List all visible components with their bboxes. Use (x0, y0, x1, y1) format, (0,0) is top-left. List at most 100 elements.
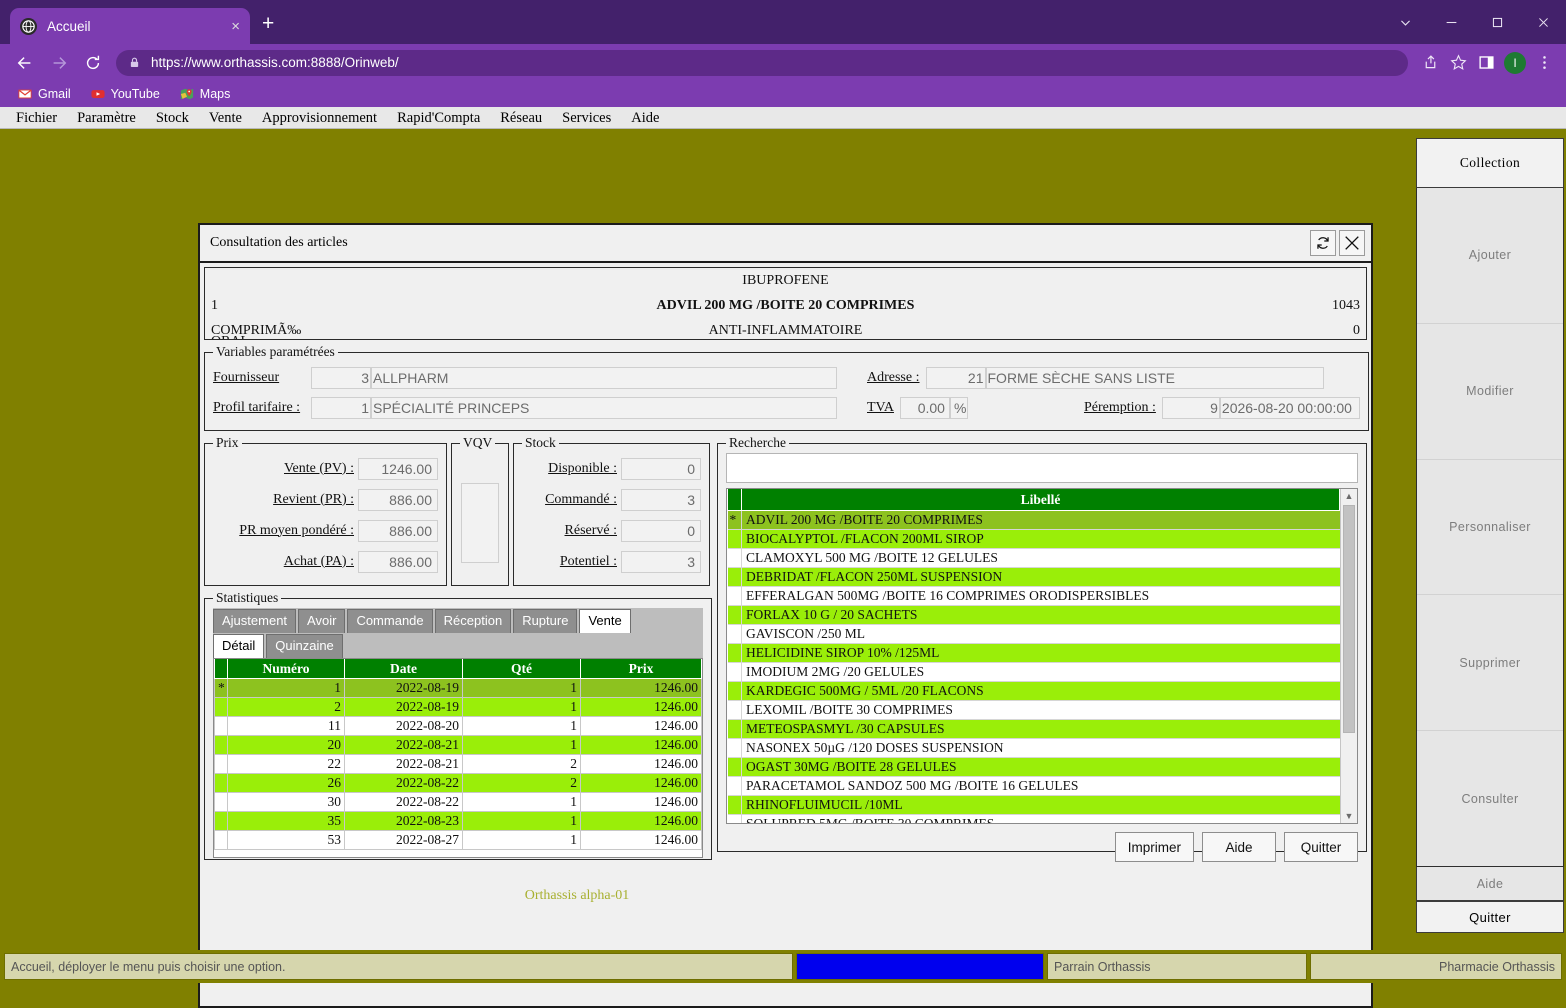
search-input[interactable] (726, 453, 1358, 483)
peremption-value[interactable]: 2026-08-20 00:00:00 (1219, 397, 1360, 419)
tab-rupture[interactable]: Rupture (513, 609, 578, 633)
bookmark-maps[interactable]: Maps (172, 85, 239, 103)
subtab-detail[interactable]: Détail (213, 634, 265, 658)
reload-icon[interactable] (76, 46, 110, 80)
profil-tarifaire-value[interactable]: SPÉCIALITÉ PRINCEPS (371, 397, 837, 419)
peremption-field-group[interactable]: 9 2026-08-20 00:00:00 (1161, 397, 1360, 419)
scrollbar-thumb[interactable] (1343, 505, 1355, 733)
modifier-button[interactable]: Modifier (1417, 323, 1563, 460)
stock-reserve-value[interactable]: 0 (621, 519, 701, 542)
table-row[interactable]: 35 2022-08-23 1 1246.00 (214, 811, 702, 831)
stock-disponible-value[interactable]: 0 (621, 457, 701, 480)
tab-vente[interactable]: Vente (579, 609, 631, 633)
sidebar-quitter-button[interactable]: Quitter (1416, 901, 1564, 933)
prix-revient-value[interactable]: 886.00 (358, 488, 438, 511)
recherche-list[interactable]: Libellé * ADVIL 200 MG /BOITE 20 COMPRIME… (726, 488, 1358, 824)
bookmark-youtube[interactable]: YouTube (83, 85, 168, 103)
tva-field-group[interactable]: 0.00 % (899, 397, 968, 419)
col-numero[interactable]: Numéro (227, 659, 345, 679)
prix-vente-value[interactable]: 1246.00 (358, 457, 438, 480)
back-arrow-icon[interactable] (8, 46, 42, 80)
list-item[interactable]: EFFERALGAN 500MG /BOITE 16 COMPRIMES ORO… (727, 586, 1340, 606)
imprimer-button[interactable]: Imprimer (1114, 832, 1194, 862)
subtab-quinzaine[interactable]: Quinzaine (266, 634, 343, 658)
browser-tab[interactable]: Accueil × (10, 8, 250, 44)
table-row[interactable]: 53 2022-08-27 1 1246.00 (214, 830, 702, 850)
list-item[interactable]: SOLUPRED 5MG /BOITE 30 COMPRIMES (727, 814, 1340, 823)
star-icon[interactable] (1444, 49, 1472, 77)
fournisseur-value[interactable]: ALLPHARM (371, 367, 837, 389)
tab-avoir[interactable]: Avoir (298, 609, 346, 633)
forward-arrow-icon[interactable] (42, 46, 76, 80)
statistiques-grid[interactable]: Numéro Date Qté Prix * 1 2022-08-19 1 12… (213, 658, 703, 858)
fournisseur-field-group[interactable]: 3 ALLPHARM (311, 367, 837, 389)
profil-tarifaire-code[interactable]: 1 (311, 397, 371, 419)
bookmark-gmail[interactable]: Gmail (10, 85, 79, 103)
list-item[interactable]: BIOCALYPTOL /FLACON 200ML SIROP (727, 529, 1340, 549)
close-icon[interactable] (1339, 230, 1365, 256)
menu-vente[interactable]: Vente (199, 107, 252, 129)
supprimer-button[interactable]: Supprimer (1417, 595, 1563, 732)
table-row[interactable]: 26 2022-08-22 2 1246.00 (214, 773, 702, 793)
recherche-scrollbar[interactable]: ▲ ▼ (1340, 489, 1357, 823)
list-item[interactable]: OGAST 30MG /BOITE 28 GELULES (727, 757, 1340, 777)
prix-pr-moyen-value[interactable]: 886.00 (358, 519, 438, 542)
menu-approvisionnement[interactable]: Approvisionnement (252, 107, 387, 129)
list-item[interactable]: FORLAX 10 G / 20 SACHETS (727, 605, 1340, 625)
aide-button[interactable]: Aide (1202, 832, 1276, 862)
col-date[interactable]: Date (344, 659, 463, 679)
col-libelle[interactable]: Libellé (741, 489, 1340, 511)
ajouter-button[interactable]: Ajouter (1417, 188, 1563, 324)
table-row[interactable]: 2 2022-08-19 1 1246.00 (214, 697, 702, 717)
kebab-menu-icon[interactable] (1530, 49, 1558, 77)
list-item[interactable]: CLAMOXYL 500 MG /BOITE 12 GELULES (727, 548, 1340, 568)
adresse-field-group[interactable]: 21 FORME SÈCHE SANS LISTE (925, 367, 1324, 389)
close-icon[interactable] (1520, 0, 1566, 44)
scroll-up-icon[interactable]: ▲ (1345, 489, 1354, 503)
list-item[interactable]: KARDEGIC 500MG / 5ML /20 FLACONS (727, 681, 1340, 701)
vqv-value-box[interactable] (461, 483, 499, 563)
list-item[interactable]: * ADVIL 200 MG /BOITE 20 COMPRIMES (727, 510, 1340, 530)
prix-achat-value[interactable]: 886.00 (358, 550, 438, 573)
col-qte[interactable]: Qté (462, 659, 581, 679)
menu-fichier[interactable]: Fichier (6, 107, 67, 129)
list-item[interactable]: DEBRIDAT /FLACON 250ML SUSPENSION (727, 567, 1340, 587)
table-row[interactable]: 22 2022-08-21 2 1246.00 (214, 754, 702, 774)
menu-stock[interactable]: Stock (146, 107, 199, 129)
menu-parametre[interactable]: Paramètre (67, 107, 146, 129)
collection-button[interactable]: Collection (1416, 138, 1564, 188)
fournisseur-code[interactable]: 3 (311, 367, 371, 389)
tva-value[interactable]: 0.00 (899, 397, 950, 419)
share-icon[interactable] (1416, 49, 1444, 77)
tab-commande[interactable]: Commande (347, 609, 433, 633)
list-item[interactable]: LEXOMIL /BOITE 30 COMPRIMES (727, 700, 1340, 720)
list-item[interactable]: GAVISCON /250 ML (727, 624, 1340, 644)
table-row[interactable]: 20 2022-08-21 1 1246.00 (214, 735, 702, 755)
table-row[interactable]: * 1 2022-08-19 1 1246.00 (214, 678, 702, 698)
profil-field-group[interactable]: 1 SPÉCIALITÉ PRINCEPS (311, 397, 837, 419)
stock-commande-value[interactable]: 3 (621, 488, 701, 511)
list-item[interactable]: RHINOFLUIMUCIL /10ML (727, 795, 1340, 815)
list-item[interactable]: METEOSPASMYL /30 CAPSULES (727, 719, 1340, 739)
menu-aide[interactable]: Aide (621, 107, 669, 129)
new-tab-button[interactable]: + (262, 13, 274, 34)
scroll-down-icon[interactable]: ▼ (1345, 809, 1354, 823)
side-panel-icon[interactable] (1472, 49, 1500, 77)
personnaliser-button[interactable]: Personnaliser (1417, 459, 1563, 596)
chevron-down-icon[interactable] (1382, 0, 1428, 44)
avatar[interactable]: I (1504, 51, 1526, 74)
consulter-button[interactable]: Consulter (1417, 731, 1563, 866)
menu-services[interactable]: Services (552, 107, 621, 129)
tab-reception[interactable]: Réception (434, 609, 512, 633)
list-item[interactable]: PARACETAMOL SANDOZ 500 MG /BOITE 16 GELU… (727, 776, 1340, 796)
list-item[interactable]: HELICIDINE SIROP 10% /125ML (727, 643, 1340, 663)
adresse-value[interactable]: FORME SÈCHE SANS LISTE (985, 367, 1324, 389)
tab-ajustement[interactable]: Ajustement (213, 609, 297, 633)
maximize-icon[interactable] (1474, 0, 1520, 44)
col-prix[interactable]: Prix (580, 659, 702, 679)
address-bar[interactable]: https://www.orthassis.com:8888/Orinweb/ (116, 49, 1408, 76)
refresh-icon[interactable] (1310, 230, 1336, 256)
quitter-button[interactable]: Quitter (1284, 832, 1358, 862)
table-row[interactable]: 30 2022-08-22 1 1246.00 (214, 792, 702, 812)
tab-close-icon[interactable]: × (231, 18, 240, 35)
